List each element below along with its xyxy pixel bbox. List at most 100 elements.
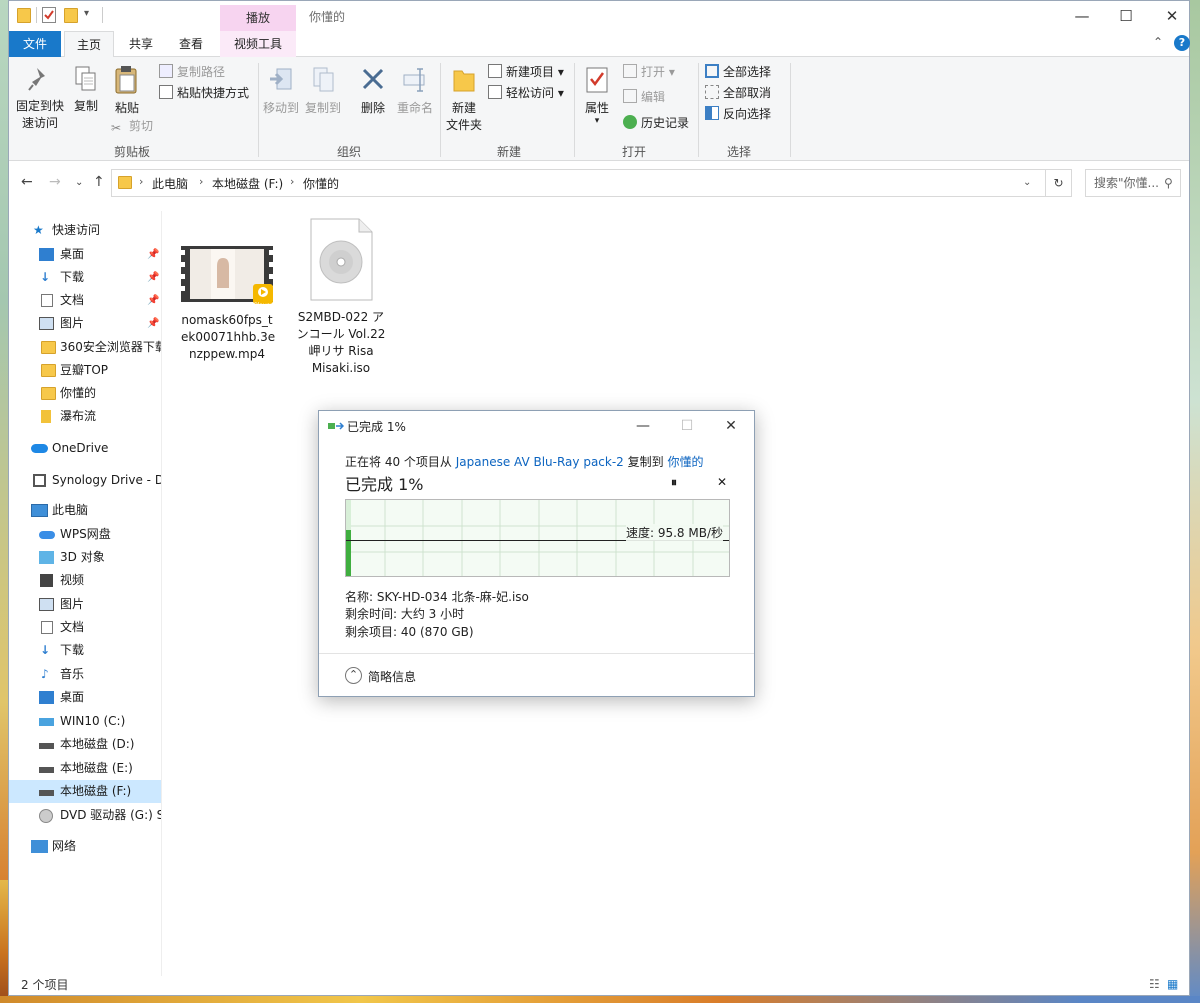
source-folder-link[interactable]: Japanese AV Blu-Ray pack-2	[456, 455, 624, 469]
tab-video-tools[interactable]: 视频工具	[220, 31, 296, 57]
move-to-button[interactable]: 移动到	[261, 65, 301, 117]
new-folder-qa-icon[interactable]	[64, 8, 78, 23]
nav-recent-folder[interactable]: 瀑布流	[9, 405, 161, 428]
items-remaining: 剩余项目: 40 (870 GB)	[345, 625, 474, 639]
nav-drive-f[interactable]: 本地磁盘 (F:)	[9, 780, 161, 803]
nav-desktop[interactable]: 桌面	[9, 686, 161, 709]
recent-locations-icon[interactable]: ⌄	[75, 177, 83, 188]
up-arrow-icon[interactable]: ↑	[93, 174, 105, 190]
file-name-line: ンコール Vol.22	[296, 327, 386, 341]
rename-button[interactable]: 重命名	[393, 65, 437, 117]
breadcrumb-this-pc[interactable]: 此电脑	[152, 175, 188, 192]
nav-documents[interactable]: 文档	[9, 616, 161, 639]
nav-recent-folder[interactable]: 360安全浏览器下载	[9, 336, 161, 359]
star-icon: ★	[33, 223, 44, 237]
search-input[interactable]: 搜索"你懂... ⚲	[1085, 169, 1181, 197]
nav-wps-drive[interactable]: WPS网盘	[9, 523, 161, 546]
nav-downloads[interactable]: ↓ 下载 📌	[9, 266, 161, 289]
invert-selection-button[interactable]: 反向选择	[705, 104, 771, 124]
nav-pictures[interactable]: 图片 📌	[9, 312, 161, 335]
dialog-minimize-button[interactable]: —	[621, 413, 665, 439]
nav-recent-folder[interactable]: 你懂的	[9, 382, 161, 405]
maximize-button[interactable]: ☐	[1103, 1, 1149, 31]
collapse-chevron-icon[interactable]: ⌃	[345, 667, 362, 684]
nav-drive-c[interactable]: WIN10 (C:)	[9, 710, 161, 733]
breadcrumb-separator: ›	[139, 175, 144, 188]
copy-path-button[interactable]: 复制路径	[159, 62, 225, 82]
nav-label: 此电脑	[52, 503, 89, 517]
properties-button[interactable]: 属性 ▾	[579, 65, 615, 126]
desktop-icon	[39, 248, 54, 261]
properties-label: 属性	[584, 101, 609, 115]
paste-label: 粘贴	[114, 101, 139, 115]
file-item-iso[interactable]: S2MBD-022 ア ンコール Vol.22 岬リサ Risa Misaki.…	[295, 218, 387, 377]
open-group-label: 打开	[621, 145, 646, 159]
less-details-button[interactable]: 简略信息	[368, 668, 416, 685]
nav-dvd-drive[interactable]: DVD 驱动器 (G:) S2	[9, 804, 161, 827]
new-item-button[interactable]: 新建项目 ▾	[488, 62, 564, 82]
help-icon[interactable]: ?	[1174, 35, 1190, 51]
breadcrumb-separator: ›	[290, 175, 295, 188]
copy-to-button[interactable]: 复制到	[303, 65, 343, 117]
large-icons-view-icon[interactable]: ▦	[1167, 977, 1178, 991]
nav-3d-objects[interactable]: 3D 对象	[9, 546, 161, 569]
delete-button[interactable]: 删除	[353, 65, 393, 117]
address-bar[interactable]: › 此电脑 › 本地磁盘 (F:) › 你懂的 ⌄	[111, 169, 1072, 197]
easy-access-button[interactable]: 轻松访问 ▾	[488, 83, 564, 103]
folder-icon	[41, 341, 56, 354]
nav-drive-e[interactable]: 本地磁盘 (E:)	[9, 757, 161, 780]
breadcrumb-drive-f[interactable]: 本地磁盘 (F:)	[212, 175, 283, 192]
group-separator	[698, 63, 699, 157]
qa-dropdown-icon[interactable]: ▾	[84, 8, 89, 19]
pause-button[interactable]: ⏸	[671, 475, 677, 490]
cancel-copy-button[interactable]: ✕	[717, 475, 727, 489]
copy-dialog-icon	[328, 422, 344, 430]
nav-label: WIN10 (C:)	[60, 714, 126, 728]
tab-share[interactable]: 共享	[117, 31, 165, 57]
dialog-maximize-button[interactable]: ☐	[665, 413, 709, 439]
back-arrow-icon[interactable]: ←	[21, 174, 33, 190]
select-none-button[interactable]: 全部取消	[705, 83, 771, 103]
open-button[interactable]: 打开 ▾	[623, 62, 675, 82]
refresh-icon: ↻	[1053, 176, 1064, 190]
history-button[interactable]: 历史记录	[623, 113, 689, 133]
forward-arrow-icon[interactable]: →	[49, 174, 61, 190]
tab-home[interactable]: 主页	[64, 31, 114, 58]
nav-pictures[interactable]: 图片	[9, 593, 161, 616]
minimize-button[interactable]: —	[1059, 1, 1105, 31]
file-item-video[interactable]: Player nomask60fps_t ek00071hhb.3e nzppe…	[181, 246, 275, 363]
close-button[interactable]: ✕	[1149, 1, 1195, 31]
nav-music[interactable]: ♪ 音乐	[9, 663, 161, 686]
nav-onedrive[interactable]: OneDrive	[9, 437, 161, 460]
select-none-icon	[705, 85, 719, 99]
nav-quick-access[interactable]: ★ 快速访问	[9, 219, 161, 242]
nav-downloads[interactable]: ↓ 下载	[9, 639, 161, 662]
nav-network[interactable]: 网络	[9, 835, 161, 858]
properties-qa-icon[interactable]	[42, 7, 56, 23]
paste-shortcut-button[interactable]: 粘贴快捷方式	[159, 83, 249, 103]
paste-button[interactable]: 粘贴	[107, 65, 147, 117]
refresh-button[interactable]: ↻	[1045, 169, 1072, 197]
select-all-button[interactable]: 全部选择	[705, 62, 771, 82]
nav-videos[interactable]: 视频	[9, 569, 161, 592]
nav-documents[interactable]: 文档 📌	[9, 289, 161, 312]
pin-to-quick-access-button[interactable]: 固定到快 速访问	[13, 65, 67, 132]
nav-drive-d[interactable]: 本地磁盘 (D:)	[9, 733, 161, 756]
details-view-icon[interactable]: ☷	[1149, 977, 1160, 991]
nav-this-pc[interactable]: 此电脑	[9, 499, 161, 522]
tab-view[interactable]: 查看	[167, 31, 215, 57]
breadcrumb-current-folder[interactable]: 你懂的	[303, 175, 339, 192]
edit-button[interactable]: 编辑	[623, 87, 665, 107]
destination-folder-link[interactable]: 你懂的	[667, 455, 703, 469]
collapse-ribbon-icon[interactable]: ⌃	[1153, 35, 1163, 49]
tab-file[interactable]: 文件	[9, 31, 61, 57]
open-icon	[623, 64, 637, 78]
copy-button[interactable]: 复制	[69, 65, 103, 115]
nav-synology[interactable]: Synology Drive - Di	[9, 469, 161, 492]
new-folder-button[interactable]: 新建 文件夹	[443, 65, 485, 134]
nav-desktop[interactable]: 桌面 📌	[9, 243, 161, 266]
cut-button[interactable]: ✂ 剪切	[111, 116, 153, 136]
nav-recent-folder[interactable]: 豆瓣TOP	[9, 359, 161, 382]
address-dropdown-icon[interactable]: ⌄	[1023, 177, 1031, 188]
dialog-close-button[interactable]: ✕	[709, 413, 753, 439]
